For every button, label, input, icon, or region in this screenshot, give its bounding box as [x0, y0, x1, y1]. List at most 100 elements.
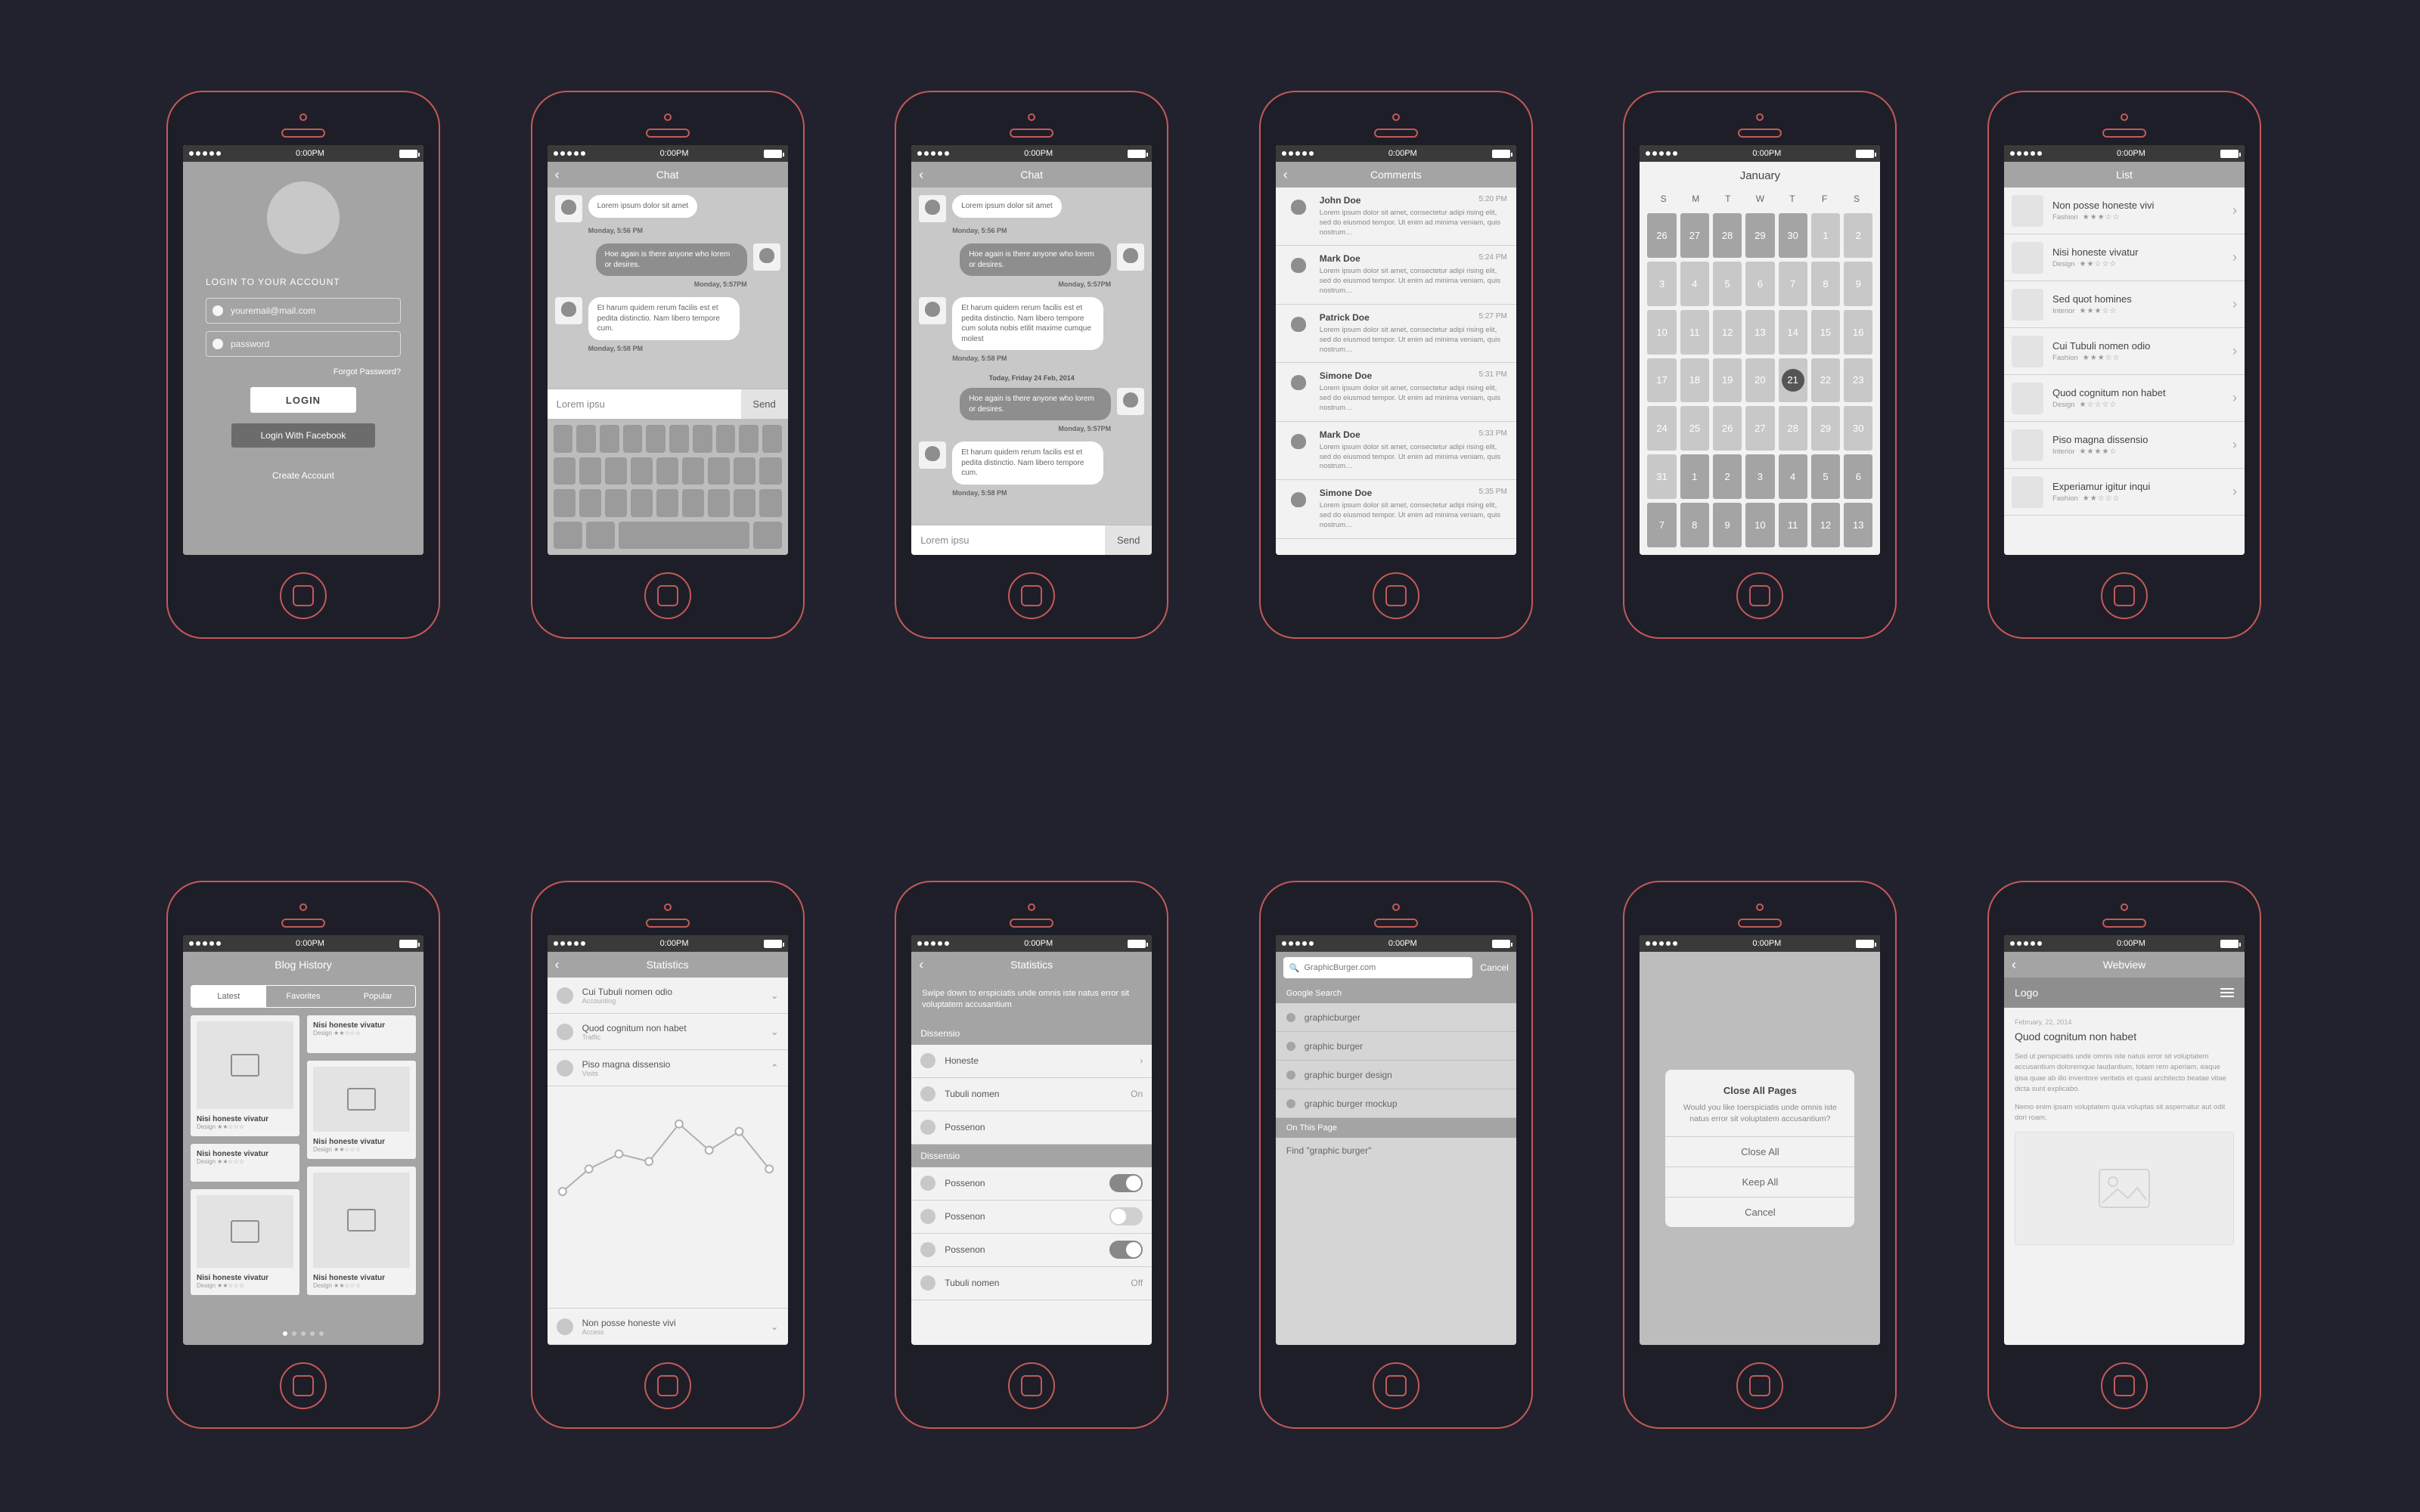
page-dots[interactable]	[183, 1322, 424, 1345]
setting-row[interactable]: Tubuli nomenOff	[911, 1267, 1152, 1300]
blog-card[interactable]: Nisi honeste vivaturDesign ★★☆☆☆	[191, 1189, 299, 1295]
calendar-day[interactable]: 25	[1680, 406, 1709, 451]
menu-icon[interactable]	[2220, 988, 2234, 997]
calendar-day[interactable]: 7	[1779, 262, 1807, 306]
back-icon[interactable]: ‹	[1283, 167, 1288, 183]
comment-item[interactable]: Simone Doe5:35 PM Lorem ipsum dolor sit …	[1276, 480, 1516, 538]
calendar-day[interactable]: 2	[1844, 213, 1872, 258]
calendar-day[interactable]: 11	[1779, 503, 1807, 547]
calendar-day[interactable]: 27	[1680, 213, 1709, 258]
calendar-day[interactable]: 29	[1745, 213, 1774, 258]
facebook-login-button[interactable]: Login With Facebook	[231, 423, 375, 448]
accordion-item[interactable]: Cui Tubuli nomen odioAccounting⌄	[548, 978, 788, 1014]
calendar-day[interactable]: 1	[1811, 213, 1840, 258]
calendar-day[interactable]: 28	[1713, 213, 1742, 258]
calendar-day[interactable]: 18	[1680, 358, 1709, 403]
blog-cards[interactable]: Nisi honeste vivaturDesign ★★☆☆☆ Nisi ho…	[183, 1015, 424, 1322]
suggestion[interactable]: graphic burger	[1276, 1032, 1516, 1061]
calendar-day[interactable]: 31	[1647, 454, 1676, 499]
tab-favorites[interactable]: Favorites	[266, 986, 341, 1007]
calendar-day[interactable]: 20	[1745, 358, 1774, 403]
calendar-day[interactable]: 4	[1779, 454, 1807, 499]
chat-body[interactable]: Lorem ipsum dolor sit amet Monday, 5:56 …	[911, 187, 1152, 525]
list-item[interactable]: Piso magna dissensio Interior★★★★☆ ›	[2004, 422, 2245, 469]
blog-card[interactable]: Nisi honeste vivaturDesign ★★☆☆☆	[307, 1061, 416, 1159]
tab-popular[interactable]: Popular	[340, 986, 415, 1007]
calendar-day[interactable]: 22	[1811, 358, 1840, 403]
calendar-day[interactable]: 26	[1647, 213, 1676, 258]
calendar-day[interactable]: 5	[1811, 454, 1840, 499]
create-account-link[interactable]: Create Account	[272, 470, 334, 481]
calendar-day[interactable]: 10	[1647, 310, 1676, 355]
calendar-day[interactable]: 10	[1745, 503, 1774, 547]
comment-item[interactable]: Simone Doe5:31 PM Lorem ipsum dolor sit …	[1276, 363, 1516, 421]
setting-row[interactable]: Honeste›	[911, 1045, 1152, 1078]
send-button[interactable]: Send	[1105, 525, 1152, 555]
accordion-item[interactable]: Non posse honeste viviAccess⌄	[548, 1309, 788, 1345]
cancel-button[interactable]: Cancel	[1480, 962, 1508, 973]
calendar-day[interactable]: 3	[1647, 262, 1676, 306]
calendar-day[interactable]: 30	[1844, 406, 1872, 451]
suggestion[interactable]: graphic burger mockup	[1276, 1089, 1516, 1118]
calendar-day[interactable]: 21	[1779, 358, 1807, 403]
calendar-day[interactable]: 23	[1844, 358, 1872, 403]
list-item[interactable]: Sed quot homines Interior★★★☆☆ ›	[2004, 281, 2245, 328]
setting-toggle[interactable]: Possenon	[911, 1167, 1152, 1201]
calendar-day[interactable]: 12	[1811, 503, 1840, 547]
back-icon[interactable]: ‹	[919, 957, 923, 973]
comment-item[interactable]: Mark Doe5:24 PM Lorem ipsum dolor sit am…	[1276, 246, 1516, 304]
calendar-day[interactable]: 3	[1745, 454, 1774, 499]
list-item[interactable]: Experiamur igitur inqui Fashion★★☆☆☆ ›	[2004, 469, 2245, 516]
calendar-day[interactable]: 15	[1811, 310, 1840, 355]
comment-item[interactable]: John Doe5:20 PM Lorem ipsum dolor sit am…	[1276, 187, 1516, 246]
keyboard[interactable]	[548, 419, 788, 555]
blog-card[interactable]: Nisi honeste vivaturDesign ★★☆☆☆	[191, 1015, 299, 1136]
calendar-day[interactable]: 17	[1647, 358, 1676, 403]
accordion-item[interactable]: Quod cognitum non habetTraffic⌄	[548, 1014, 788, 1050]
calendar-day[interactable]: 6	[1844, 454, 1872, 499]
send-button[interactable]: Send	[741, 389, 788, 419]
calendar-day[interactable]: 16	[1844, 310, 1872, 355]
setting-row[interactable]: Tubuli nomenOn	[911, 1078, 1152, 1111]
calendar-day[interactable]: 6	[1745, 262, 1774, 306]
comments-list[interactable]: John Doe5:20 PM Lorem ipsum dolor sit am…	[1276, 187, 1516, 555]
alert-option-close-all[interactable]: Close All	[1665, 1136, 1854, 1167]
setting-toggle[interactable]: Possenon	[911, 1234, 1152, 1267]
comment-item[interactable]: Patrick Doe5:27 PM Lorem ipsum dolor sit…	[1276, 305, 1516, 363]
calendar-day[interactable]: 1	[1680, 454, 1709, 499]
calendar-day[interactable]: 27	[1745, 406, 1774, 451]
calendar-day[interactable]: 8	[1811, 262, 1840, 306]
blog-card[interactable]: Nisi honeste vivaturDesign ★★☆☆☆	[307, 1015, 416, 1053]
email-field[interactable]: youremail@mail.com	[206, 298, 401, 324]
calendar-day[interactable]: 8	[1680, 503, 1709, 547]
forgot-password-link[interactable]: Forgot Password?	[334, 367, 401, 376]
calendar-day[interactable]: 7	[1647, 503, 1676, 547]
setting-row[interactable]: Possenon	[911, 1111, 1152, 1145]
back-icon[interactable]: ‹	[919, 167, 923, 183]
back-icon[interactable]: ‹	[555, 167, 560, 183]
list[interactable]: Non posse honeste vivi Fashion★★★☆☆ › Ni…	[2004, 187, 2245, 555]
calendar-day[interactable]: 13	[1745, 310, 1774, 355]
calendar-grid[interactable]: 2627282930123456789101112131415161718192…	[1640, 209, 1880, 555]
setting-toggle[interactable]: Possenon	[911, 1201, 1152, 1234]
list-item[interactable]: Non posse honeste vivi Fashion★★★☆☆ ›	[2004, 187, 2245, 234]
alert-option-cancel[interactable]: Cancel	[1665, 1197, 1854, 1227]
suggestion[interactable]: graphicburger	[1276, 1003, 1516, 1032]
calendar-day[interactable]: 28	[1779, 406, 1807, 451]
blog-card[interactable]: Nisi honeste vivaturDesign ★★☆☆☆	[307, 1167, 416, 1295]
calendar-day[interactable]: 4	[1680, 262, 1709, 306]
login-button[interactable]: LOGIN	[250, 387, 356, 413]
back-icon[interactable]: ‹	[2012, 957, 2016, 973]
avatar-placeholder[interactable]	[267, 181, 340, 254]
message-input[interactable]	[548, 389, 741, 419]
find-on-page[interactable]: Find "graphic burger"	[1276, 1138, 1516, 1345]
calendar-day[interactable]: 2	[1713, 454, 1742, 499]
list-item[interactable]: Quod cognitum non habet Design★☆☆☆☆ ›	[2004, 375, 2245, 422]
accordion-item[interactable]: Piso magna dissensioVisits⌃	[548, 1050, 788, 1086]
tab-latest[interactable]: Latest	[191, 986, 266, 1007]
calendar-day[interactable]: 14	[1779, 310, 1807, 355]
calendar-day[interactable]: 29	[1811, 406, 1840, 451]
calendar-day[interactable]: 12	[1713, 310, 1742, 355]
calendar-day[interactable]: 26	[1713, 406, 1742, 451]
calendar-day[interactable]: 19	[1713, 358, 1742, 403]
